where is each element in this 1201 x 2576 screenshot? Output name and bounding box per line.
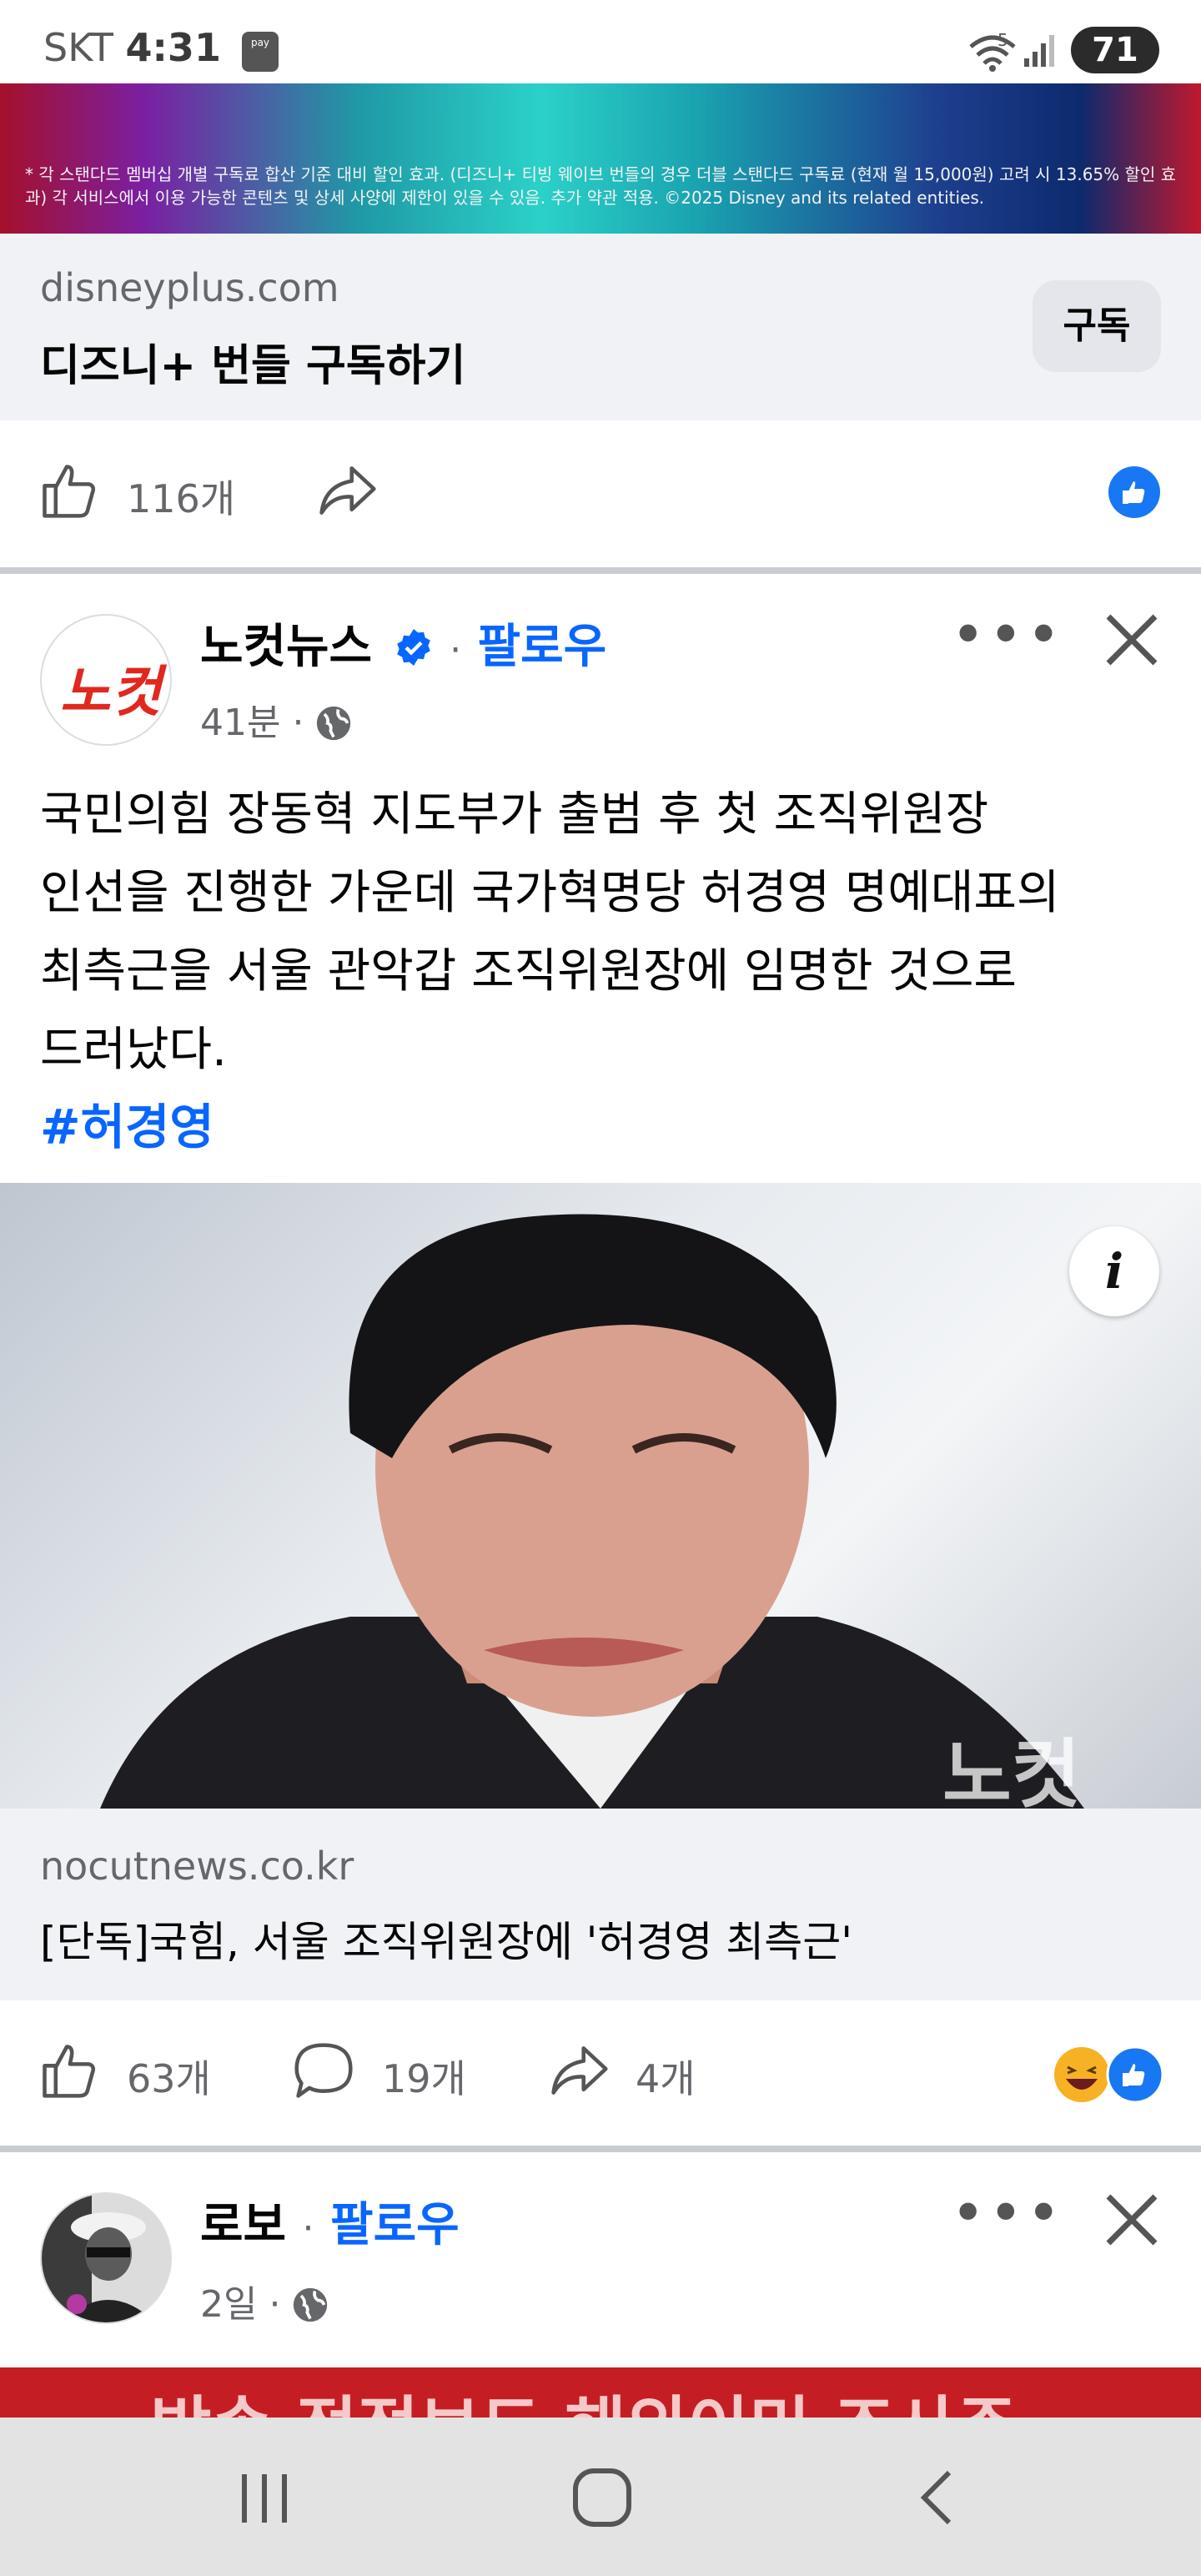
close-icon[interactable] bbox=[1103, 611, 1161, 669]
link-domain: nocutnews.co.kr bbox=[40, 1844, 354, 1889]
ad-domain: disneyplus.com bbox=[40, 265, 339, 310]
like-count: 63개 bbox=[127, 2056, 211, 2101]
status-time: 4:31 bbox=[125, 25, 221, 70]
link-title[interactable]: [단독]국힘, 서울 조직위원장에 '허경영 최측근' bbox=[40, 1909, 852, 1969]
follow-button[interactable]: 팔로우 bbox=[478, 620, 607, 674]
page-avatar[interactable]: 노컷 bbox=[40, 614, 172, 746]
battery-indicator: 71 bbox=[1071, 27, 1159, 73]
post-image[interactable]: 노컷 bbox=[0, 1183, 1201, 1809]
avatar-logo-text: 노컷 bbox=[60, 660, 162, 724]
like-reaction-icon bbox=[1108, 466, 1160, 518]
portrait-illustration: 노컷 bbox=[100, 1214, 1084, 1809]
section-divider bbox=[0, 2146, 1201, 2152]
separator-dot: · bbox=[450, 629, 462, 672]
link-preview-card[interactable] bbox=[0, 1809, 1201, 2000]
post-text-line: 인선을 진행한 가운데 국가혁명당 허경영 명예대표의 bbox=[40, 866, 1060, 920]
post-header: 노컷뉴스 · 팔로우 bbox=[200, 609, 606, 677]
pay-icon: pay bbox=[242, 32, 279, 72]
ad-banner-image[interactable] bbox=[0, 83, 1201, 234]
post-image-top[interactable]: 방송 정정보도 해외이민 조사주 bbox=[0, 2367, 1201, 2418]
globe-icon bbox=[294, 2287, 328, 2322]
post-text-line: 국민의힘 장동혁 지도부가 출범 후 첫 조직위원장 bbox=[40, 787, 989, 842]
post-text-line: 최측근을 서울 관악갑 조직위원장에 임명한 것으로 bbox=[40, 944, 1017, 999]
globe-icon bbox=[317, 706, 351, 741]
ad-title[interactable]: 디즈니+ 번들 구독하기 bbox=[40, 330, 465, 393]
subscribe-button[interactable]: 구독 bbox=[1033, 280, 1161, 372]
meta-separator: · bbox=[292, 702, 316, 744]
ad-like-count: 116개 bbox=[127, 476, 236, 521]
like-icon[interactable] bbox=[37, 2039, 100, 2102]
page-name[interactable]: 노컷뉴스 bbox=[200, 620, 372, 674]
like-reaction-icon bbox=[1106, 2045, 1164, 2104]
post-text-line: 드러났다. bbox=[40, 1023, 227, 1077]
hashtag-link[interactable]: #허경영 bbox=[40, 1088, 214, 1158]
post-time[interactable]: 2일 bbox=[200, 2283, 257, 2326]
pay-label: pay bbox=[250, 37, 270, 48]
home-icon[interactable] bbox=[570, 2466, 634, 2529]
haha-reaction-icon bbox=[1054, 2047, 1109, 2102]
profile-name[interactable]: 로보 bbox=[200, 2198, 286, 2252]
carrier-name: SKT bbox=[43, 25, 113, 70]
post-time[interactable]: 41분 bbox=[200, 702, 280, 744]
image-banner-text: 방송 정정보도 해외이민 조사주 bbox=[150, 2374, 1018, 2418]
post-text: 국민의힘 장동혁 지도부가 출범 후 첫 조직위원장 인선을 진행한 가운데 국… bbox=[40, 776, 1174, 1089]
post-meta: 41분 · bbox=[200, 692, 352, 746]
avatar-photo bbox=[42, 2194, 170, 2322]
section-divider bbox=[0, 567, 1201, 574]
comment-count: 19개 bbox=[382, 2056, 466, 2101]
share-icon[interactable] bbox=[547, 2039, 611, 2102]
signal-icon bbox=[1024, 35, 1054, 67]
info-button[interactable]: i bbox=[1069, 1226, 1159, 1316]
like-icon[interactable] bbox=[37, 459, 100, 522]
post-header: 로보 · 팔로우 bbox=[200, 2187, 460, 2255]
meta-separator: · bbox=[269, 2283, 293, 2326]
recent-apps-icon[interactable] bbox=[235, 2469, 294, 2528]
battery-level: 71 bbox=[1092, 31, 1138, 69]
comment-icon[interactable] bbox=[292, 2039, 355, 2102]
follow-button[interactable]: 팔로우 bbox=[330, 2198, 460, 2252]
more-options-button[interactable]: ••• bbox=[951, 601, 1064, 669]
image-watermark: 노컷 bbox=[942, 1731, 1081, 1809]
back-icon[interactable] bbox=[912, 2468, 962, 2528]
close-icon[interactable] bbox=[1103, 2191, 1161, 2249]
ad-disclaimer: * 각 스탠다드 멤버십 개별 구독료 합산 기준 대비 할인 효과. (디즈니… bbox=[25, 164, 1177, 208]
more-options-button[interactable]: ••• bbox=[951, 2179, 1064, 2247]
share-count: 4개 bbox=[636, 2056, 696, 2101]
verified-badge-icon bbox=[396, 629, 430, 666]
share-icon[interactable] bbox=[315, 459, 379, 522]
wifi-icon bbox=[969, 35, 1016, 72]
separator-dot: · bbox=[302, 2207, 314, 2250]
profile-avatar[interactable] bbox=[40, 2192, 172, 2324]
network-label: 5 bbox=[997, 30, 1008, 50]
post-meta: 2일 · bbox=[200, 2274, 329, 2327]
status-carrier: SKT 4:31 bbox=[43, 25, 221, 70]
